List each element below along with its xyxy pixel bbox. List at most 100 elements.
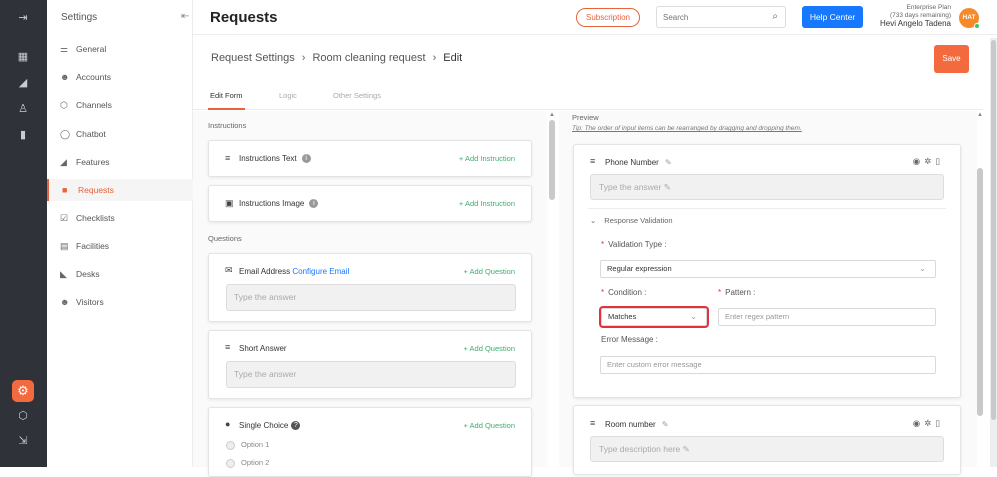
desk-icon: ◣ bbox=[60, 269, 67, 279]
question-title: Room number ✎ bbox=[605, 420, 669, 429]
breadcrumb-request-settings[interactable]: Request Settings bbox=[211, 52, 295, 64]
sidebar-item-facilities[interactable]: ▤ Facilities bbox=[47, 235, 193, 257]
add-question-link[interactable]: + Add Question bbox=[464, 421, 516, 430]
chevron-right-icon: › bbox=[432, 52, 437, 64]
sidebar-item-checklists[interactable]: ☑ Checklists bbox=[47, 207, 193, 229]
radio-option[interactable]: Option 2 bbox=[226, 458, 269, 468]
settings-sun-icon[interactable]: ✲ bbox=[924, 418, 935, 428]
error-message-label: Error Message : bbox=[601, 335, 658, 344]
breadcrumb-room-cleaning[interactable]: Room cleaning request bbox=[312, 52, 425, 64]
chart-icon[interactable]: ▮ bbox=[14, 127, 32, 143]
sidebar-item-label: Features bbox=[76, 157, 110, 167]
edit-pencil-icon[interactable]: ✎ bbox=[664, 182, 671, 192]
search-box[interactable]: ⌕ bbox=[656, 6, 786, 28]
radio-circle-icon bbox=[226, 458, 235, 468]
edit-pencil-icon[interactable]: ✎ bbox=[683, 444, 690, 454]
save-button[interactable]: Save bbox=[934, 45, 969, 73]
sidebar-item-label: Visitors bbox=[76, 297, 104, 307]
subscription-button[interactable]: Subscription bbox=[576, 8, 640, 27]
text-lines-icon: ≡ bbox=[590, 156, 596, 166]
chevron-down-icon: ⌄ bbox=[919, 264, 926, 273]
edit-pencil-icon[interactable]: ✎ bbox=[665, 158, 672, 167]
sidebar-item-requests[interactable]: ■ Requests bbox=[47, 179, 193, 201]
sidebar-item-channels[interactable]: ⬡ Channels bbox=[47, 94, 193, 116]
add-question-link[interactable]: + Add Question bbox=[464, 344, 516, 353]
text-lines-icon: ≡ bbox=[590, 418, 596, 428]
sidebar-item-accounts[interactable]: ☻ Accounts bbox=[47, 66, 193, 88]
editor-scrollbar-thumb[interactable] bbox=[549, 120, 555, 200]
search-icon[interactable]: ⌕ bbox=[772, 11, 778, 22]
sidebar-item-desks[interactable]: ◣ Desks bbox=[47, 263, 193, 285]
page-scrollbar[interactable] bbox=[990, 38, 997, 467]
trash-icon[interactable]: ▯ bbox=[935, 156, 944, 166]
configure-email-link[interactable]: Configure Email bbox=[292, 267, 349, 276]
preview-panel: Preview Tip: The order of input items ca… bbox=[559, 111, 977, 475]
tab-other-settings[interactable]: Other Settings bbox=[333, 91, 381, 100]
description-placeholder: Type description here ✎ bbox=[590, 436, 944, 462]
megaphone-icon: ◢ bbox=[60, 157, 67, 167]
preview-question-card[interactable]: ≡ Room number ✎ ◉✲▯ Type description her… bbox=[573, 405, 961, 475]
analytics-icon[interactable]: ♙ bbox=[14, 101, 32, 117]
tab-logic[interactable]: Logic bbox=[279, 91, 297, 100]
checklist-icon: ☑ bbox=[60, 213, 69, 223]
preview-scrollbar-thumb[interactable] bbox=[977, 168, 983, 416]
megaphone-icon[interactable]: ◢ bbox=[14, 75, 32, 91]
building-icon: ▤ bbox=[60, 241, 69, 251]
scroll-up-arrow-icon[interactable]: ▲ bbox=[549, 112, 555, 118]
breadcrumb: Request Settings › Room cleaning request › E… bbox=[211, 52, 462, 64]
trash-icon[interactable]: ▯ bbox=[935, 418, 944, 428]
card-tools: ◉✲▯ bbox=[913, 418, 944, 429]
edit-pencil-icon[interactable]: ✎ bbox=[662, 420, 669, 429]
logout-icon[interactable]: ⇲ bbox=[14, 433, 32, 449]
radio-option[interactable]: Option 1 bbox=[226, 440, 269, 450]
form-editor-panel: Instructions ≡ Instructions Text i + Add … bbox=[193, 111, 547, 477]
dashboard-icon[interactable]: ▦ bbox=[14, 49, 32, 65]
menu-icon[interactable]: ⇥ bbox=[14, 10, 32, 26]
help-center-button[interactable]: Help Center bbox=[802, 6, 863, 28]
sidebar-item-chatbot[interactable]: ◯ Chatbot bbox=[47, 123, 193, 145]
question-card[interactable]: ✉ Email Address Configure Email + Add Qu… bbox=[208, 253, 532, 322]
settings-sun-icon[interactable]: ✲ bbox=[924, 156, 935, 166]
info-icon: i bbox=[309, 199, 319, 209]
question-card[interactable]: ≡ Short Answer + Add Question Type the a… bbox=[208, 330, 532, 399]
preview-question-card[interactable]: ≡ Phone Number ✎ ◉✲▯ Type the answer ✎ ⌄… bbox=[573, 144, 961, 398]
instruction-card[interactable]: ≡ Instructions Text i + Add Instruction bbox=[208, 140, 532, 177]
visibility-icon[interactable]: ◉ bbox=[913, 156, 924, 166]
box-icon[interactable]: ⬡ bbox=[14, 408, 32, 424]
sidebar-item-label: Facilities bbox=[76, 241, 110, 251]
search-input[interactable] bbox=[663, 7, 763, 27]
sliders-icon: ⚌ bbox=[60, 44, 69, 54]
sidebar-item-label: Requests bbox=[78, 185, 114, 195]
preview-heading: Preview bbox=[572, 113, 599, 122]
instruction-card[interactable]: ▣ Instructions Image i + Add Instruction bbox=[208, 185, 532, 222]
app-rail: ⇥ ▦ ◢ ♙ ▮ ⚙ ⬡ ⇲ bbox=[0, 0, 47, 467]
add-instruction-link[interactable]: + Add Instruction bbox=[459, 154, 515, 163]
sidebar-item-features[interactable]: ◢ Features bbox=[47, 151, 193, 173]
tab-edit-form[interactable]: Edit Form bbox=[208, 91, 245, 110]
avatar[interactable]: HAT bbox=[959, 8, 980, 29]
sidebar-item-visitors[interactable]: ☻ Visitors bbox=[47, 291, 193, 313]
condition-select[interactable]: Matches ⌄ bbox=[601, 308, 707, 326]
add-instruction-link[interactable]: + Add Instruction bbox=[459, 199, 515, 208]
response-validation-toggle[interactable]: ⌄ Response Validation bbox=[590, 216, 673, 225]
check-circle-icon: ● bbox=[225, 419, 231, 429]
text-lines-icon: ≡ bbox=[225, 342, 231, 352]
add-question-link[interactable]: + Add Question bbox=[464, 267, 516, 276]
question-card-label: Short Answer bbox=[239, 344, 287, 353]
visitors-icon: ☻ bbox=[60, 297, 70, 307]
page-scrollbar-thumb[interactable] bbox=[991, 40, 996, 420]
settings-icon[interactable]: ⚙ bbox=[12, 380, 34, 402]
error-message-input[interactable]: Enter custom error message bbox=[600, 356, 936, 374]
visibility-icon[interactable]: ◉ bbox=[913, 418, 924, 428]
sidebar-item-label: Desks bbox=[76, 269, 100, 279]
instruction-card-label: Instructions Text i bbox=[239, 154, 311, 164]
pattern-input[interactable]: Enter regex pattern bbox=[718, 308, 936, 326]
scroll-up-arrow-icon[interactable]: ▲ bbox=[977, 112, 983, 118]
users-icon: ☻ bbox=[60, 72, 70, 82]
sidebar-item-general[interactable]: ⚌ General bbox=[47, 38, 193, 60]
validation-type-select[interactable]: Regular expression ⌄ bbox=[600, 260, 936, 278]
sidebar-item-label: Accounts bbox=[76, 72, 111, 82]
help-icon: ? bbox=[291, 421, 301, 431]
collapse-icon[interactable]: ⇤ bbox=[181, 11, 189, 22]
answer-placeholder: Type the answer bbox=[226, 284, 516, 311]
